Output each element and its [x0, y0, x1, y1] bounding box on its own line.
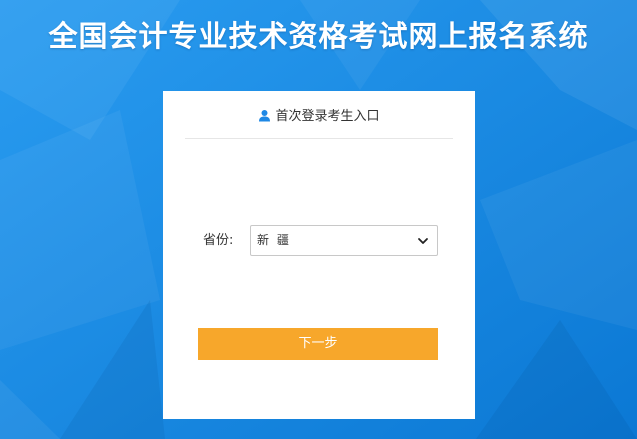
panel-title: 首次登录考生入口 [275, 109, 380, 124]
user-icon [258, 109, 271, 122]
panel-header: 首次登录考生入口 [185, 91, 453, 139]
province-field: 省份: 新 疆 [163, 225, 475, 256]
province-select[interactable]: 新 疆 [250, 225, 438, 256]
next-button[interactable]: 下一步 [198, 328, 438, 360]
province-select-value: 新 疆 [257, 233, 291, 247]
login-panel: 首次登录考生入口 省份: 新 疆 下一步 [163, 91, 475, 419]
province-label: 省份: [203, 233, 234, 248]
chevron-down-icon [418, 238, 428, 244]
site-title: 全国会计专业技术资格考试网上报名系统 [48, 19, 589, 53]
